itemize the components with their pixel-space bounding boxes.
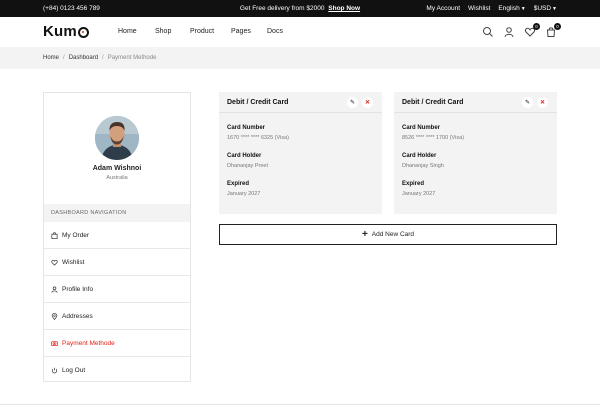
sidebar-item-label: Wishlist: [62, 258, 85, 266]
language-value: English: [498, 5, 520, 12]
heart-icon[interactable]: 0: [524, 23, 540, 38]
top-bar: (+84) 0123 456 789 Get Free delivery fro…: [0, 0, 600, 17]
card-expired-label: Expired: [227, 181, 250, 187]
header-icons: 0 0: [482, 23, 561, 38]
card-holder-label: Card Holder: [402, 153, 437, 159]
search-icon[interactable]: [482, 26, 494, 38]
sidebar-item-payment-methode[interactable]: Payment Methode: [44, 330, 190, 357]
sidebar-item-wishlist[interactable]: Wishlist: [44, 249, 190, 276]
card-number-value: 1670 **** **** 6325 (Visa): [227, 135, 289, 141]
sidebar-item-log-out[interactable]: Log Out: [44, 357, 190, 384]
avatar: [95, 116, 139, 160]
payment-card: Debit / Credit Card ✎ ✕ Card Number 1670…: [219, 92, 382, 214]
my-account-link[interactable]: My Account: [426, 5, 460, 12]
breadcrumb-dashboard[interactable]: Dashboard: [69, 55, 98, 61]
user-icon: [51, 286, 58, 293]
breadcrumb-separator: /: [102, 55, 104, 61]
edit-card-button[interactable]: ✎: [522, 97, 533, 108]
user-icon[interactable]: [503, 26, 515, 38]
delete-card-button[interactable]: ✕: [362, 97, 373, 108]
payment-card: Debit / Credit Card ✎ ✕ Card Number 8526…: [394, 92, 557, 214]
card-number-value: 8526 **** **** 1700 (Visa): [402, 135, 464, 141]
dashboard-nav-heading: DASHBOARD NAVIGATION: [44, 204, 190, 222]
cart-icon[interactable]: 0: [545, 23, 561, 38]
card-expired-value: January 2027: [227, 191, 261, 197]
card-header: Debit / Credit Card ✎ ✕: [219, 92, 382, 113]
breadcrumb-separator: /: [63, 55, 65, 61]
card-holder-value: Dhananjay Preet: [227, 163, 268, 169]
sidebar-item-label: Log Out: [62, 367, 86, 374]
bag-icon: [51, 231, 58, 239]
add-new-card-button[interactable]: + Add New Card: [219, 224, 557, 245]
profile-name: Adam Wishnoi: [92, 165, 142, 172]
logo-o-mark: [77, 27, 89, 38]
sidebar-item-profile-info[interactable]: Profile Info: [44, 276, 190, 303]
footer-divider: [0, 404, 600, 405]
breadcrumb-home[interactable]: Home: [43, 55, 59, 61]
dashboard-nav-menu: My Order Wishlist Profile Info Addresses…: [44, 222, 190, 384]
card-holder-label: Card Holder: [227, 153, 262, 159]
wishlist-link[interactable]: Wishlist: [468, 5, 490, 12]
sidebar-item-label: Addresses: [62, 312, 93, 320]
breadcrumb-current: Payment Methode: [107, 55, 157, 61]
logo-text: Kum: [43, 23, 77, 40]
account-sidebar: Adam Wishnoi Australia DASHBOARD NAVIGAT…: [43, 92, 191, 382]
edit-card-button[interactable]: ✎: [347, 97, 358, 108]
pencil-icon: ✎: [524, 100, 531, 106]
delete-card-button[interactable]: ✕: [537, 97, 548, 108]
nav-shop[interactable]: Shop: [155, 28, 190, 35]
breadcrumb-bar: Home / Dashboard / Payment Methode: [0, 47, 600, 69]
wishlist-count-badge: 0: [533, 23, 540, 30]
nav-product[interactable]: Product: [190, 28, 231, 35]
currency-select[interactable]: $USD▼: [534, 5, 557, 12]
card-title: Debit / Credit Card: [227, 99, 289, 106]
sidebar-item-label: Profile Info: [62, 285, 94, 293]
main-nav: Home Shop Product Pages Docs: [118, 28, 297, 35]
shop-now-link[interactable]: Shop Now: [328, 5, 360, 12]
card-icon: [51, 340, 58, 347]
card-header: Debit / Credit Card ✎ ✕: [394, 92, 557, 113]
map-pin-icon: [51, 312, 58, 320]
nav-home[interactable]: Home: [118, 28, 155, 35]
chevron-down-icon: ▼: [520, 6, 526, 12]
sidebar-item-addresses[interactable]: Addresses: [44, 303, 190, 330]
sidebar-item-label: Payment Methode: [62, 339, 115, 347]
promo-text: Get Free delivery from $2000: [239, 5, 325, 12]
language-select[interactable]: English▼: [498, 5, 525, 12]
plus-icon: +: [361, 228, 368, 240]
card-expired-value: January 2027: [402, 191, 436, 197]
close-icon: ✕: [364, 100, 371, 106]
sidebar-item-my-order[interactable]: My Order: [44, 222, 190, 249]
nav-docs[interactable]: Docs: [267, 28, 297, 35]
add-new-card-label: Add New Card: [371, 231, 415, 238]
pencil-icon: ✎: [349, 100, 356, 106]
card-title: Debit / Credit Card: [402, 99, 464, 106]
chevron-down-icon: ▼: [552, 6, 557, 12]
main-header: Kum Home Shop Product Pages Docs 0 0: [0, 17, 600, 47]
close-icon: ✕: [539, 100, 546, 106]
nav-pages[interactable]: Pages: [231, 28, 267, 35]
top-bar-links: My Account Wishlist English▼ $USD▼: [426, 5, 557, 12]
cart-count-badge: 0: [554, 23, 561, 30]
currency-value: $USD: [533, 5, 552, 12]
breadcrumb: Home / Dashboard / Payment Methode: [43, 55, 156, 61]
sidebar-item-label: My Order: [62, 231, 90, 239]
heart-icon: [51, 259, 58, 266]
logo[interactable]: Kum: [43, 23, 89, 40]
card-expired-label: Expired: [402, 181, 425, 187]
card-number-label: Card Number: [402, 125, 441, 131]
card-holder-value: Dhananjay Singh: [402, 163, 444, 169]
power-icon: [51, 367, 58, 374]
profile-country: Australia: [106, 175, 128, 181]
card-number-label: Card Number: [227, 125, 266, 131]
